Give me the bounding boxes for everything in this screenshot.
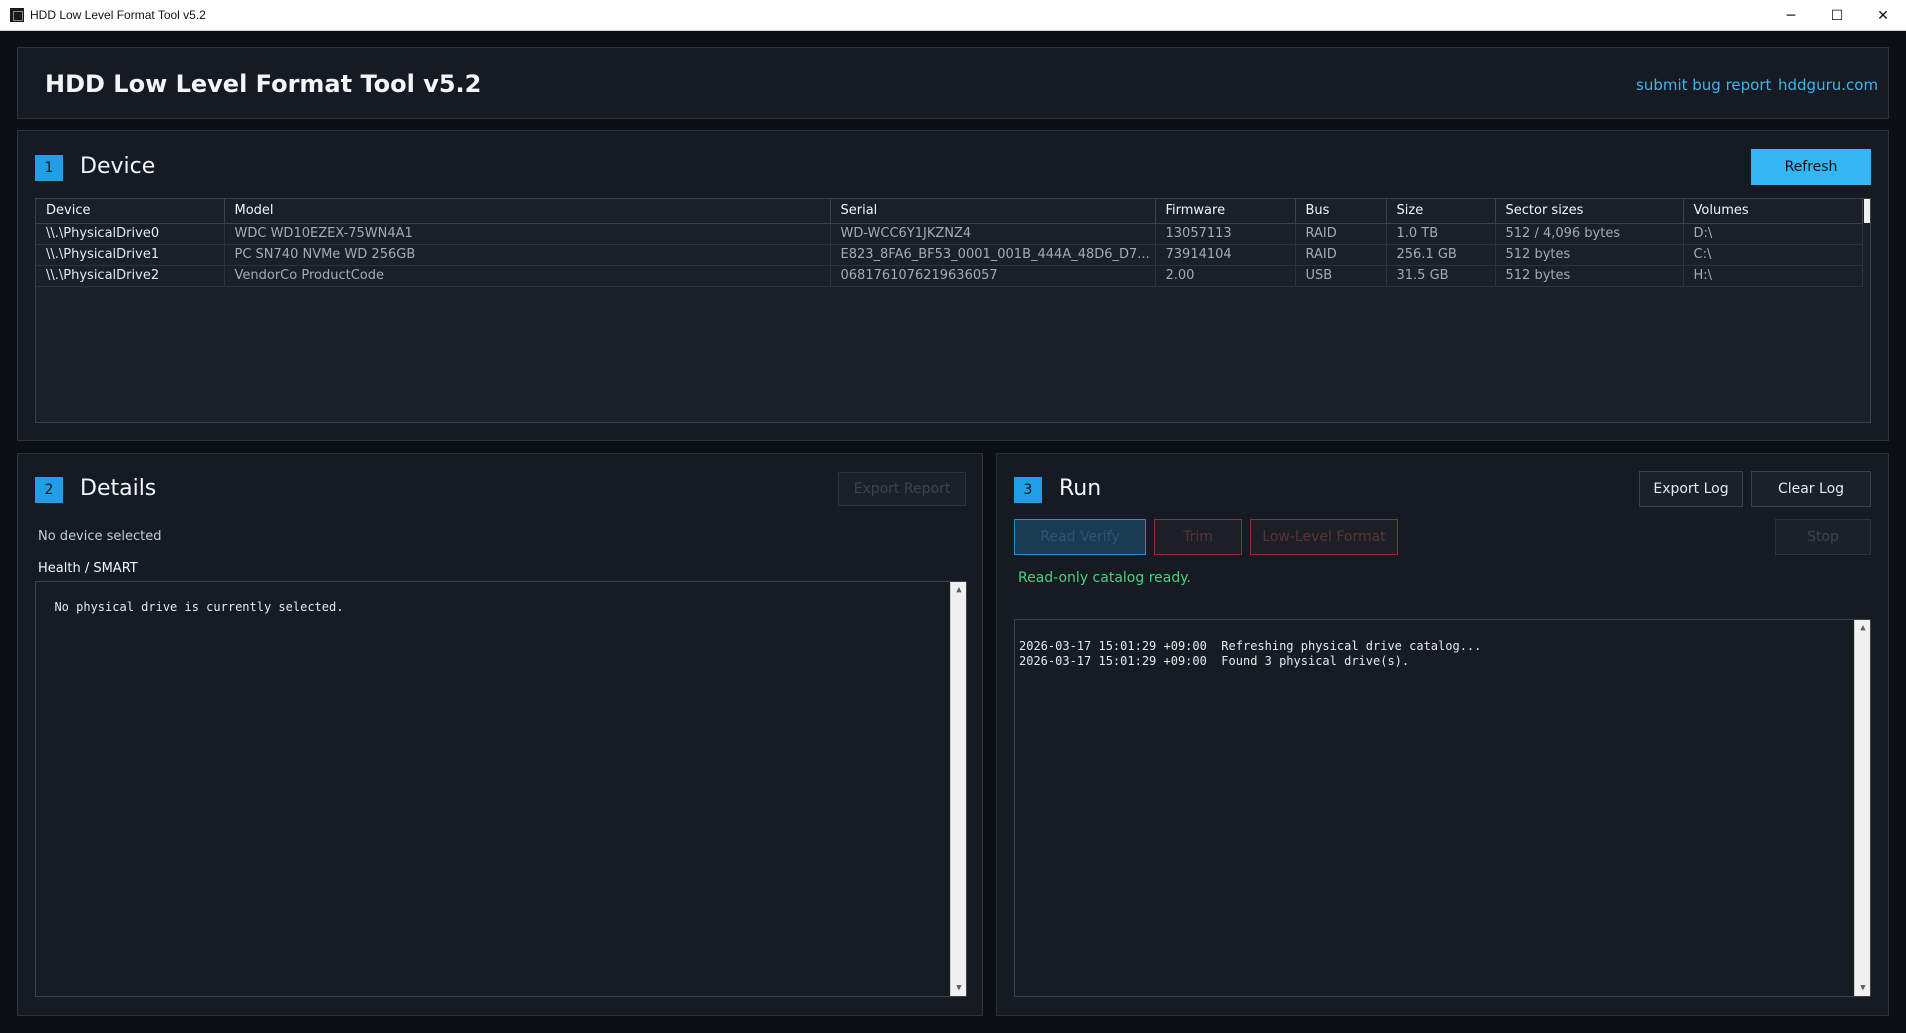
- cell-device: \\.\PhysicalDrive2: [36, 265, 225, 287]
- health-label: Health / SMART: [38, 561, 138, 576]
- read-verify-button[interactable]: Read Verify: [1014, 519, 1146, 555]
- column-header-sector-sizes[interactable]: Sector sizes: [1495, 199, 1684, 224]
- table-row[interactable]: \\.\PhysicalDrive1 PC SN740 NVMe WD 256G…: [36, 244, 1863, 266]
- log-scrollbar[interactable]: ▲ ▼: [1854, 620, 1870, 996]
- window-title: HDD Low Level Format Tool v5.2: [30, 8, 206, 22]
- app-icon: [10, 8, 24, 22]
- cell-device: \\.\PhysicalDrive0: [36, 223, 225, 245]
- window-titlebar: HDD Low Level Format Tool v5.2 ─ ☐ ✕: [0, 0, 1906, 31]
- stop-button[interactable]: Stop: [1775, 519, 1871, 555]
- column-header-bus[interactable]: Bus: [1295, 199, 1387, 224]
- clear-log-button[interactable]: Clear Log: [1751, 471, 1871, 507]
- run-status-text: Read-only catalog ready.: [1018, 570, 1191, 586]
- run-section-number: 3: [1014, 477, 1042, 503]
- export-report-button[interactable]: Export Report: [838, 472, 966, 506]
- cell-serial: 0681761076219636057: [830, 265, 1156, 287]
- cell-firmware: 73914104: [1155, 244, 1296, 266]
- cell-bus: RAID: [1295, 244, 1387, 266]
- cell-model: PC SN740 NVMe WD 256GB: [224, 244, 831, 266]
- column-header-firmware[interactable]: Firmware: [1155, 199, 1296, 224]
- device-table: Device Model Serial Firmware Bus Size Se…: [35, 198, 1871, 423]
- cell-size: 256.1 GB: [1386, 244, 1496, 266]
- scroll-down-icon[interactable]: ▼: [1855, 980, 1870, 996]
- table-scrollbar[interactable]: [1864, 199, 1870, 223]
- column-header-volumes[interactable]: Volumes: [1683, 199, 1863, 224]
- column-header-serial[interactable]: Serial: [830, 199, 1156, 224]
- health-scrollbar[interactable]: ▲ ▼: [950, 582, 966, 996]
- refresh-button[interactable]: Refresh: [1751, 149, 1871, 185]
- run-section-title: Run: [1059, 476, 1102, 501]
- log-line: 2026-03-17 15:01:29 +09:00 Refreshing ph…: [1019, 639, 1482, 653]
- scroll-up-icon[interactable]: ▲: [951, 582, 966, 598]
- health-textbox[interactable]: No physical drive is currently selected.…: [35, 581, 967, 997]
- table-row[interactable]: \\.\PhysicalDrive2 VendorCo ProductCode …: [36, 265, 1863, 287]
- log-line: 2026-03-17 15:01:29 +09:00 Found 3 physi…: [1019, 654, 1410, 668]
- scroll-up-icon[interactable]: ▲: [1855, 620, 1870, 636]
- cell-sector-sizes: 512 / 4,096 bytes: [1495, 223, 1684, 245]
- cell-firmware: 13057113: [1155, 223, 1296, 245]
- selection-status: No device selected: [38, 529, 162, 544]
- cell-bus: RAID: [1295, 223, 1387, 245]
- cell-firmware: 2.00: [1155, 265, 1296, 287]
- column-header-model[interactable]: Model: [224, 199, 831, 224]
- cell-model: WDC WD10EZEX-75WN4A1: [224, 223, 831, 245]
- cell-serial: E823_8FA6_BF53_0001_001B_444A_48D6_D7...: [830, 244, 1156, 266]
- log-textbox[interactable]: 2026-03-17 15:01:29 +09:00 Refreshing ph…: [1014, 619, 1871, 997]
- window-controls: ─ ☐ ✕: [1768, 0, 1906, 31]
- device-section-number: 1: [35, 155, 63, 181]
- low-level-format-button[interactable]: Low-Level Format: [1250, 519, 1398, 555]
- cell-volumes: D:\: [1683, 223, 1863, 245]
- table-row[interactable]: \\.\PhysicalDrive0 WDC WD10EZEX-75WN4A1 …: [36, 223, 1863, 245]
- cell-volumes: C:\: [1683, 244, 1863, 266]
- header-panel: HDD Low Level Format Tool v5.2 submit bu…: [17, 47, 1889, 119]
- site-link[interactable]: hddguru.com: [1778, 76, 1878, 94]
- cell-volumes: H:\: [1683, 265, 1863, 287]
- trim-button[interactable]: Trim: [1154, 519, 1242, 555]
- column-header-device[interactable]: Device: [36, 199, 225, 224]
- table-header-row: Device Model Serial Firmware Bus Size Se…: [36, 199, 1863, 224]
- close-icon[interactable]: ✕: [1860, 0, 1906, 31]
- minimize-icon[interactable]: ─: [1768, 0, 1814, 31]
- scroll-down-icon[interactable]: ▼: [951, 980, 966, 996]
- details-section-title: Details: [80, 476, 157, 501]
- cell-size: 31.5 GB: [1386, 265, 1496, 287]
- health-text: No physical drive is currently selected.: [54, 600, 344, 614]
- cell-bus: USB: [1295, 265, 1387, 287]
- device-section-title: Device: [80, 154, 156, 179]
- column-header-size[interactable]: Size: [1386, 199, 1496, 224]
- cell-size: 1.0 TB: [1386, 223, 1496, 245]
- bug-report-link[interactable]: submit bug report: [1636, 76, 1771, 94]
- cell-model: VendorCo ProductCode: [224, 265, 831, 287]
- cell-sector-sizes: 512 bytes: [1495, 265, 1684, 287]
- export-log-button[interactable]: Export Log: [1639, 471, 1743, 507]
- cell-serial: WD-WCC6Y1JKZNZ4: [830, 223, 1156, 245]
- app-title: HDD Low Level Format Tool v5.2: [45, 70, 482, 98]
- cell-sector-sizes: 512 bytes: [1495, 244, 1684, 266]
- maximize-icon[interactable]: ☐: [1814, 0, 1860, 31]
- details-section-number: 2: [35, 477, 63, 503]
- cell-device: \\.\PhysicalDrive1: [36, 244, 225, 266]
